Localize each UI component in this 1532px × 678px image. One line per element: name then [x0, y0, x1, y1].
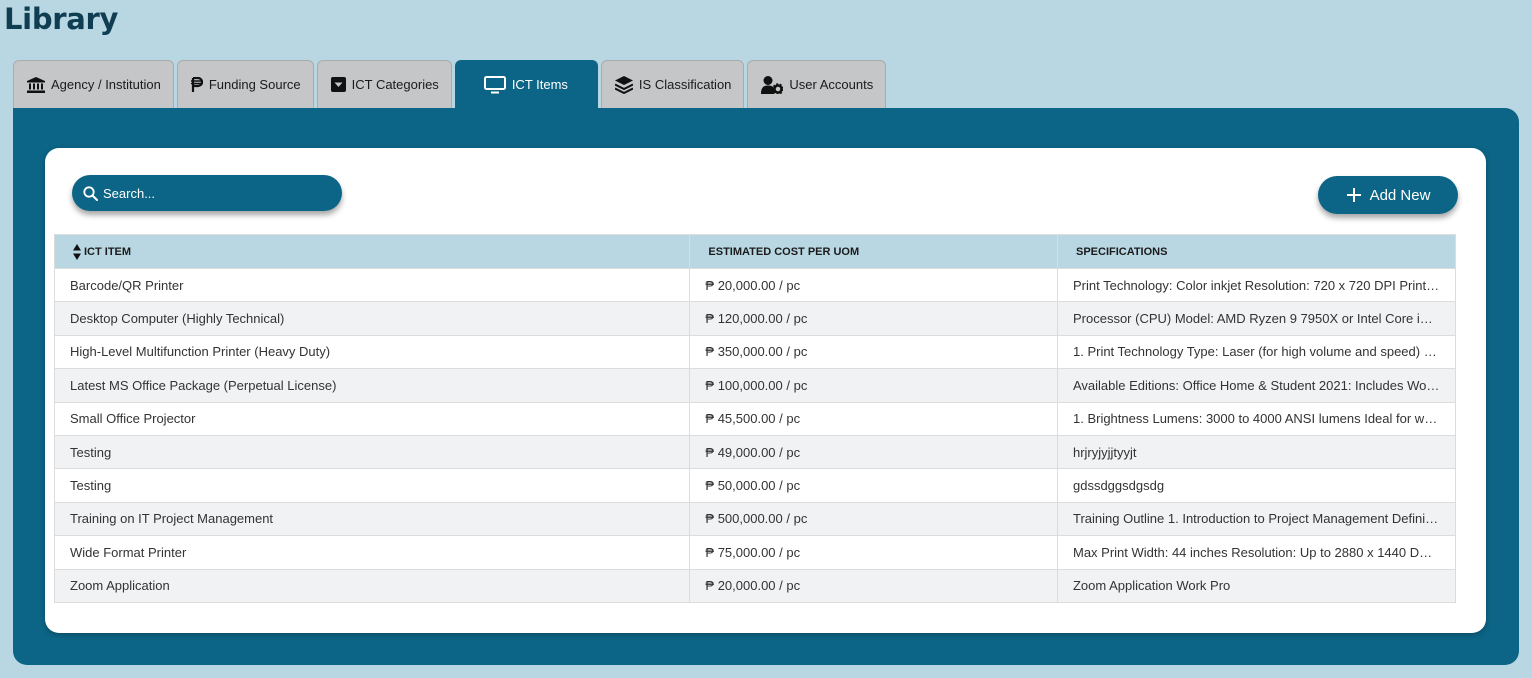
add-new-label: Add New	[1369, 186, 1431, 204]
tab-label: ICT Items	[511, 77, 568, 92]
table-row[interactable]: Zoom Application ₱ 20,000.00 / pc Zoom A…	[53, 568, 1457, 603]
cell-specifications: 1. Print Technology Type: Laser (for hig…	[1056, 334, 1457, 370]
column-header-estimated-cost: ESTIMATED COST PER UOM	[689, 234, 1058, 269]
column-header-ict-item[interactable]: ICT ITEM	[53, 234, 691, 269]
table-row[interactable]: Testing ₱ 50,000.00 / pc gdssdggsdgsdg	[53, 468, 1457, 503]
tab-ict-categories[interactable]: ICT Categories	[316, 60, 452, 108]
cell-ict-item: Desktop Computer (Highly Technical)	[53, 301, 691, 336]
tab-label: Funding Source	[208, 77, 301, 92]
search-icon	[83, 185, 98, 201]
institution-icon	[27, 76, 45, 93]
cell-estimated-cost: ₱ 20,000.00 / pc	[689, 267, 1058, 303]
cell-ict-item: Testing	[53, 434, 691, 470]
cell-specifications: Processor (CPU) Model: AMD Ryzen 9 7950X…	[1056, 301, 1457, 336]
cell-ict-item: Latest MS Office Package (Perpetual Lice…	[53, 368, 691, 403]
tab-bar: Agency / Institution Funding Source ICT …	[13, 60, 887, 108]
table-row[interactable]: Barcode/QR Printer ₱ 20,000.00 / pc Prin…	[53, 267, 1457, 303]
cell-ict-item: Barcode/QR Printer	[53, 267, 691, 303]
cell-specifications: Zoom Application Work Pro	[1056, 568, 1457, 603]
cell-estimated-cost: ₱ 100,000.00 / pc	[689, 368, 1058, 403]
cell-ict-item: Wide Format Printer	[53, 535, 691, 570]
cell-specifications: Available Editions: Office Home & Studen…	[1056, 368, 1457, 403]
cell-ict-item: High-Level Multifunction Printer (Heavy …	[53, 334, 691, 370]
search-box[interactable]	[72, 175, 342, 211]
table-row[interactable]: Small Office Projector ₱ 45,500.00 / pc …	[53, 401, 1457, 436]
cell-ict-item: Testing	[53, 468, 691, 503]
cell-estimated-cost: ₱ 45,500.00 / pc	[689, 401, 1058, 436]
tab-label: ICT Categories	[351, 77, 439, 92]
cell-estimated-cost: ₱ 350,000.00 / pc	[689, 334, 1058, 370]
layers-icon	[614, 75, 633, 94]
cell-specifications: Training Outline 1. Introduction to Proj…	[1056, 501, 1457, 537]
cell-estimated-cost: ₱ 20,000.00 / pc	[689, 568, 1058, 603]
cell-specifications: Max Print Width: 44 inches Resolution: U…	[1056, 535, 1457, 570]
cell-specifications: gdssdggsdgsdg	[1056, 468, 1457, 503]
add-new-button[interactable]: Add New	[1318, 176, 1458, 214]
cell-specifications: Print Technology: Color inkjet Resolutio…	[1056, 267, 1457, 303]
tab-label: Agency / Institution	[51, 77, 161, 92]
tab-ict-items[interactable]: ICT Items	[454, 60, 598, 108]
dropdown-box-icon	[330, 77, 346, 92]
cell-specifications: hrjryjyjjtyyjt	[1056, 434, 1457, 470]
ict-items-table: ICT ITEM ESTIMATED COST PER UOM SPECIFIC…	[53, 234, 1457, 603]
cell-ict-item: Training on IT Project Management	[53, 501, 691, 537]
plus-icon	[1346, 188, 1361, 202]
page-title: Library	[4, 2, 119, 36]
table-header-row: ICT ITEM ESTIMATED COST PER UOM SPECIFIC…	[53, 234, 1457, 269]
cell-estimated-cost: ₱ 120,000.00 / pc	[689, 301, 1058, 336]
tab-is-classification[interactable]: IS Classification	[600, 60, 745, 108]
cell-specifications: 1. Brightness Lumens: 3000 to 4000 ANSI …	[1056, 401, 1457, 436]
monitor-icon	[483, 75, 506, 93]
peso-icon	[190, 76, 203, 92]
tab-user-accounts[interactable]: User Accounts	[747, 60, 887, 108]
table-row[interactable]: Wide Format Printer ₱ 75,000.00 / pc Max…	[53, 535, 1457, 570]
table-row[interactable]: Training on IT Project Management ₱ 500,…	[53, 501, 1457, 537]
cell-estimated-cost: ₱ 50,000.00 / pc	[689, 468, 1058, 503]
cell-ict-item: Small Office Projector	[53, 401, 691, 436]
cell-estimated-cost: ₱ 75,000.00 / pc	[689, 535, 1058, 570]
tab-funding-source[interactable]: Funding Source	[176, 60, 314, 108]
tab-panel: Add New ICT ITEM ESTIMATED COST PER UOM …	[13, 108, 1519, 665]
column-header-specifications: SPECIFICATIONS	[1056, 234, 1457, 269]
table-row[interactable]: Desktop Computer (Highly Technical) ₱ 12…	[53, 301, 1457, 336]
user-gear-icon	[761, 75, 784, 94]
content-card: Add New ICT ITEM ESTIMATED COST PER UOM …	[45, 148, 1486, 633]
tab-label: IS Classification	[638, 77, 732, 92]
table-row[interactable]: Testing ₱ 49,000.00 / pc hrjryjyjjtyyjt	[53, 434, 1457, 470]
cell-estimated-cost: ₱ 500,000.00 / pc	[689, 501, 1058, 537]
cell-estimated-cost: ₱ 49,000.00 / pc	[689, 434, 1058, 470]
sort-icon[interactable]	[73, 243, 81, 260]
tab-label: User Accounts	[789, 77, 874, 92]
table-row[interactable]: Latest MS Office Package (Perpetual Lice…	[53, 368, 1457, 403]
table-row[interactable]: High-Level Multifunction Printer (Heavy …	[53, 334, 1457, 370]
cell-ict-item: Zoom Application	[53, 568, 691, 603]
search-input[interactable]	[103, 185, 323, 201]
tab-agency-institution[interactable]: Agency / Institution	[13, 60, 174, 108]
